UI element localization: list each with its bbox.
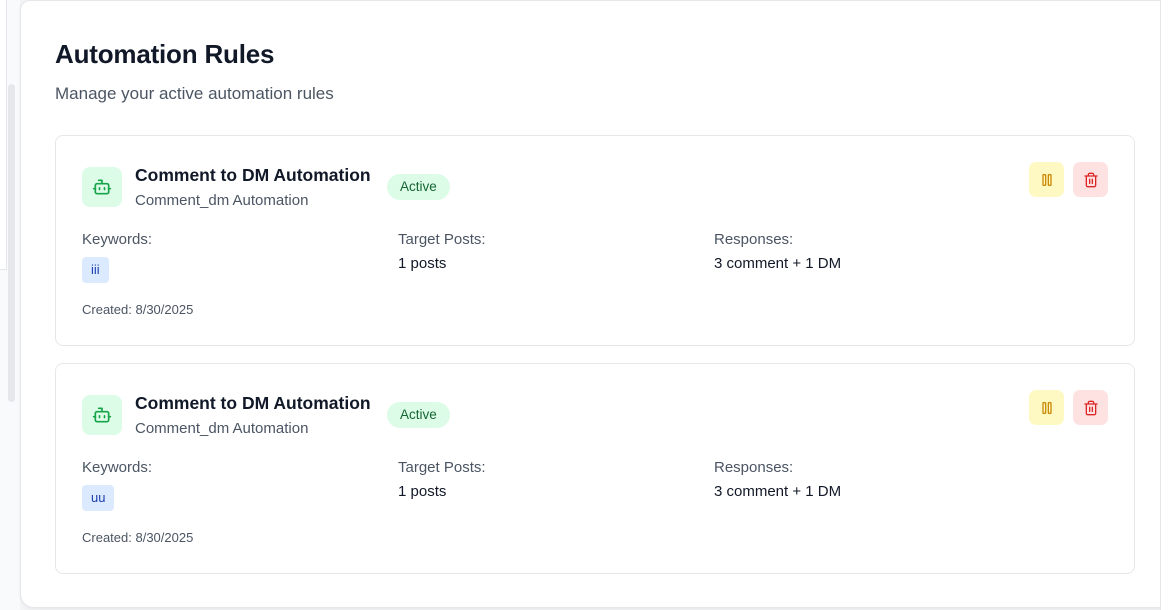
delete-button[interactable] [1073, 390, 1108, 425]
keywords-label: Keywords: [82, 459, 153, 476]
delete-button[interactable] [1073, 162, 1108, 197]
pause-icon [1041, 173, 1052, 186]
responses-value: 3 comment + 1 DM [714, 255, 842, 272]
pause-button[interactable] [1029, 162, 1064, 197]
keyword-chip: iii [82, 257, 109, 283]
scrollbar-thumb[interactable] [8, 84, 15, 402]
automation-rules-panel: Automation Rules Manage your active auto… [20, 0, 1173, 608]
pause-button[interactable] [1029, 390, 1064, 425]
rule-title: Comment to DM Automation [135, 393, 371, 413]
target-posts-value: 1 posts [398, 255, 447, 272]
right-scroll-edge [1160, 0, 1173, 610]
created-date: Created: 8/30/2025 [82, 302, 194, 317]
keyword-chip: uu [82, 485, 115, 511]
responses-value: 3 comment + 1 DM [714, 483, 842, 500]
responses-label: Responses: [714, 231, 794, 248]
trash-icon [1083, 172, 1098, 187]
bot-icon [82, 167, 122, 207]
left-sidebar-edge [0, 0, 20, 610]
pause-icon [1041, 401, 1052, 414]
bot-icon [82, 395, 122, 435]
created-date: Created: 8/30/2025 [82, 530, 194, 545]
sidebar-panel-edge [0, 0, 7, 270]
page-title: Automation Rules [55, 39, 275, 69]
page-subtitle: Manage your active automation rules [55, 84, 334, 103]
responses-label: Responses: [714, 459, 794, 476]
rule-card: Comment to DM Automation Comment_dm Auto… [55, 135, 1135, 346]
keywords-label: Keywords: [82, 231, 153, 248]
rule-title: Comment to DM Automation [135, 165, 371, 185]
status-badge: Active [387, 174, 450, 200]
status-badge: Active [387, 402, 450, 428]
target-posts-label: Target Posts: [398, 231, 486, 248]
rule-type: Comment_dm Automation [135, 192, 309, 209]
target-posts-label: Target Posts: [398, 459, 486, 476]
rule-type: Comment_dm Automation [135, 420, 309, 437]
target-posts-value: 1 posts [398, 483, 447, 500]
rule-card: Comment to DM Automation Comment_dm Auto… [55, 363, 1135, 574]
trash-icon [1083, 400, 1098, 415]
